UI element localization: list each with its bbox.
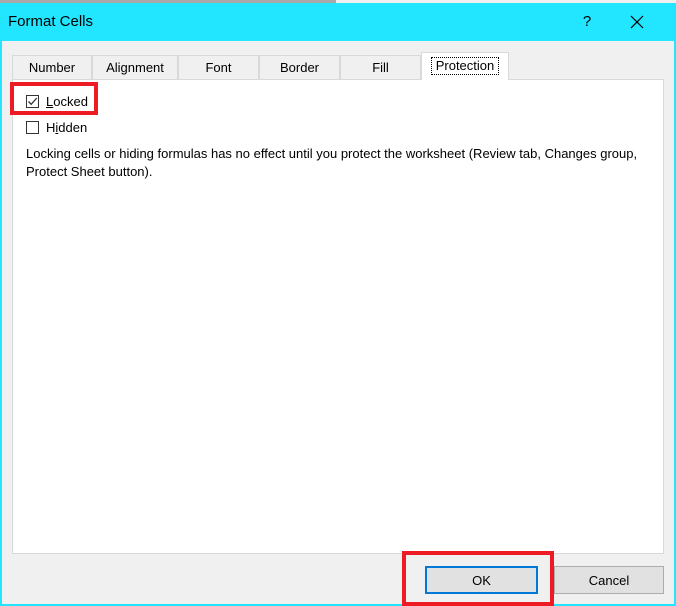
tab-fill[interactable]: Fill [340,55,421,79]
ok-button[interactable]: OK [425,566,538,594]
locked-checkbox-row[interactable]: Locked [26,94,88,109]
locked-checkbox[interactable] [26,95,39,108]
protection-description: Locking cells or hiding formulas has no … [26,146,638,179]
tab-border[interactable]: Border [259,55,340,79]
locked-label: Locked [46,94,88,109]
tab-alignment[interactable]: Alignment [92,55,178,79]
checkmark-icon [28,97,38,106]
help-button[interactable]: ? [576,10,598,34]
cancel-button[interactable]: Cancel [554,566,664,594]
tab-font[interactable]: Font [178,55,259,79]
hidden-label: Hidden [46,120,88,135]
hidden-checkbox-row[interactable]: Hidden [26,120,87,135]
dialog-title: Format Cells [8,13,94,30]
title-bar[interactable]: Format Cells ? [0,3,676,41]
tab-protection-label: Protection [430,57,500,75]
tab-protection[interactable]: Protection [421,52,509,80]
tab-number[interactable]: Number [12,55,92,79]
hidden-checkbox[interactable] [26,121,39,134]
close-icon [630,15,644,29]
close-button[interactable] [620,8,654,36]
protection-panel: Locked Hidden Locking cells or hiding fo… [12,79,664,554]
format-cells-dialog: Format Cells ? Number Alignment Font Bor… [0,3,676,606]
